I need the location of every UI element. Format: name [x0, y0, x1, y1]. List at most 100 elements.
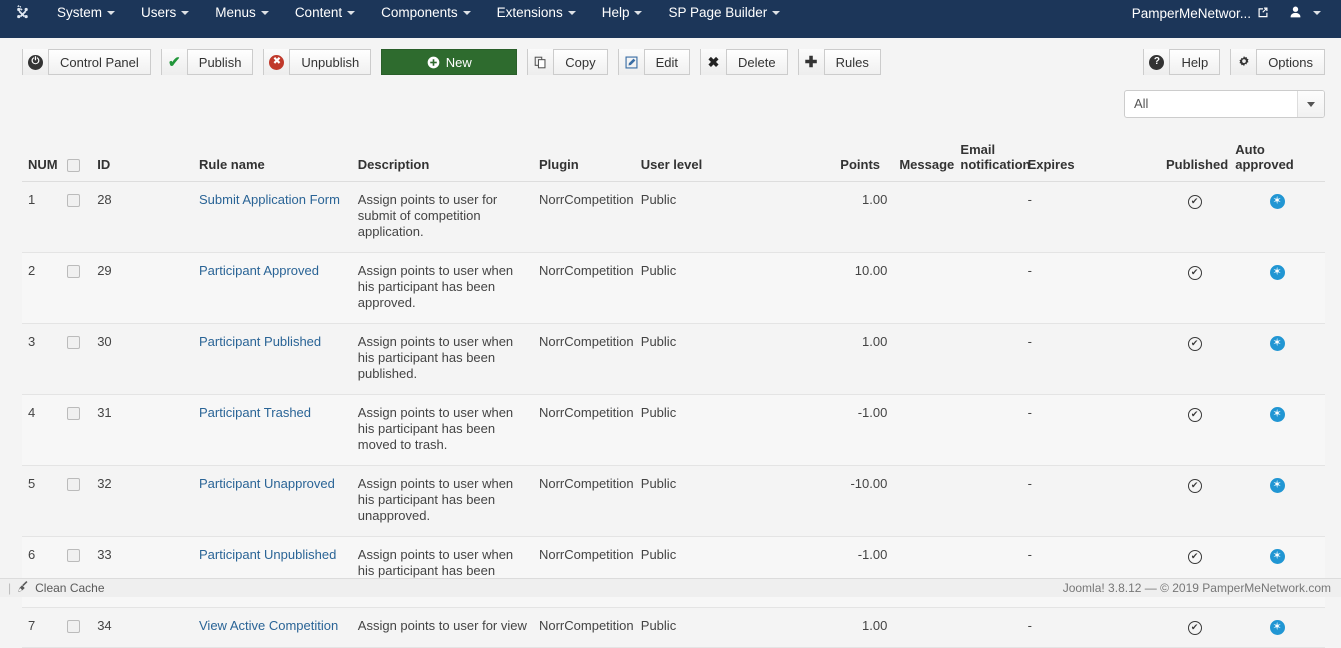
delete-group: ✖ Delete — [700, 49, 788, 75]
col-email-notification[interactable]: Email notification — [954, 136, 1021, 182]
site-name-link[interactable]: PamperMeNetwor... — [1122, 0, 1279, 26]
row-checkbox[interactable] — [67, 620, 80, 633]
control-panel-button[interactable]: ⏻ Control Panel — [22, 49, 151, 75]
row-checkbox[interactable] — [67, 549, 80, 562]
publish-button[interactable]: ✔ Publish — [161, 49, 254, 75]
col-num[interactable]: NUM — [22, 136, 61, 182]
status-filter-select[interactable]: All — [1124, 90, 1325, 118]
rule-name-link[interactable]: Participant Trashed — [199, 405, 311, 420]
published-check-icon[interactable]: ✔ — [1188, 195, 1202, 209]
col-rule-name[interactable]: Rule name — [193, 136, 352, 182]
menu-item-sp-page-builder[interactable]: SP Page Builder — [655, 0, 793, 26]
published-check-icon[interactable]: ✔ — [1188, 550, 1202, 564]
menu-item-help[interactable]: Help — [589, 0, 656, 26]
auto-approved-star-icon[interactable]: ✶ — [1270, 620, 1285, 635]
rules-group: ✚ Rules — [798, 49, 881, 75]
cell-description: Assign points to user when his participa… — [352, 395, 533, 466]
cell-num: 5 — [22, 466, 61, 537]
move-icon: ✚ — [799, 49, 825, 75]
cell-plugin: NorrCompetition — [533, 466, 635, 537]
rule-name-link[interactable]: Participant Published — [199, 334, 321, 349]
cell-auto-approved: ✶ — [1229, 324, 1325, 395]
rule-name-link[interactable]: Participant Unpublished — [199, 547, 336, 562]
cell-email-notification — [954, 182, 1021, 253]
select-all-checkbox[interactable] — [67, 159, 80, 172]
rule-name-link[interactable]: Participant Approved — [199, 263, 319, 278]
col-plugin[interactable]: Plugin — [533, 136, 635, 182]
help-button[interactable]: ? Help — [1143, 49, 1220, 75]
col-id[interactable]: ID — [91, 136, 193, 182]
published-check-icon[interactable]: ✔ — [1188, 621, 1202, 635]
cell-rule-name: Participant Published — [193, 324, 352, 395]
menu-item-menus[interactable]: Menus — [202, 0, 282, 26]
cell-expires: - — [1022, 324, 1160, 395]
cell-expires: - — [1022, 182, 1160, 253]
cell-auto-approved: ✶ — [1229, 608, 1325, 648]
cell-rule-name: Participant Trashed — [193, 395, 352, 466]
col-message[interactable]: Message — [893, 136, 954, 182]
col-description[interactable]: Description — [352, 136, 533, 182]
row-checkbox[interactable] — [67, 478, 80, 491]
status-filter-value[interactable]: All — [1125, 91, 1298, 117]
cell-id: 34 — [91, 608, 193, 648]
menu-item-users[interactable]: Users — [128, 0, 202, 26]
row-checkbox[interactable] — [67, 407, 80, 420]
external-link-icon — [1257, 6, 1269, 21]
unpublish-label: Unpublish — [290, 56, 370, 69]
edit-button[interactable]: Edit — [618, 49, 690, 75]
rules-table: NUM ID Rule name Description Plugin User… — [22, 136, 1325, 648]
chevron-down-icon[interactable] — [1298, 91, 1324, 117]
auto-approved-star-icon[interactable]: ✶ — [1270, 194, 1285, 209]
cell-description: Assign points to user for view — [352, 608, 533, 648]
cell-points: 10.00 — [834, 253, 893, 324]
cell-message — [893, 253, 954, 324]
menu-item-components[interactable]: Components — [368, 0, 484, 26]
rule-name-link[interactable]: View Active Competition — [199, 618, 338, 633]
cell-select — [61, 182, 92, 253]
cell-message — [893, 466, 954, 537]
cell-message — [893, 395, 954, 466]
delete-button[interactable]: ✖ Delete — [700, 49, 788, 75]
auto-approved-star-icon[interactable]: ✶ — [1270, 478, 1285, 493]
copy-button[interactable]: Copy — [527, 49, 607, 75]
unpublish-button[interactable]: ✖ Unpublish — [263, 49, 371, 75]
new-button[interactable]: New — [381, 49, 517, 75]
col-published[interactable]: Published — [1160, 136, 1229, 182]
auto-approved-star-icon[interactable]: ✶ — [1270, 407, 1285, 422]
clean-cache-button[interactable]: Clean Cache — [17, 580, 104, 596]
menu-item-content[interactable]: Content — [282, 0, 368, 26]
col-expires[interactable]: Expires — [1022, 136, 1160, 182]
rule-name-link[interactable]: Submit Application Form — [199, 192, 340, 207]
cell-num: 2 — [22, 253, 61, 324]
cell-user-level: Public — [635, 608, 835, 648]
auto-approved-star-icon[interactable]: ✶ — [1270, 265, 1285, 280]
col-points[interactable]: Points — [834, 136, 893, 182]
published-check-icon[interactable]: ✔ — [1188, 266, 1202, 280]
table-head: NUM ID Rule name Description Plugin User… — [22, 136, 1325, 182]
auto-approved-star-icon[interactable]: ✶ — [1270, 336, 1285, 351]
joomla-logo-icon[interactable] — [0, 0, 44, 26]
table-row: 2 29 Participant Approved Assign points … — [22, 253, 1325, 324]
chevron-down-icon — [181, 11, 189, 15]
published-check-icon[interactable]: ✔ — [1188, 408, 1202, 422]
cell-num: 1 — [22, 182, 61, 253]
question-circle-icon: ? — [1144, 49, 1170, 75]
row-checkbox[interactable] — [67, 265, 80, 278]
user-menu-button[interactable] — [1279, 0, 1333, 26]
delete-label: Delete — [727, 56, 787, 69]
options-button[interactable]: Options — [1230, 49, 1325, 75]
published-check-icon[interactable]: ✔ — [1188, 337, 1202, 351]
x-icon: ✖ — [701, 49, 727, 75]
menu-item-system[interactable]: System — [44, 0, 128, 26]
published-check-icon[interactable]: ✔ — [1188, 479, 1202, 493]
col-auto-approved[interactable]: Auto approved — [1229, 136, 1325, 182]
rule-name-link[interactable]: Participant Unapproved — [199, 476, 335, 491]
auto-approved-star-icon[interactable]: ✶ — [1270, 549, 1285, 564]
rules-button[interactable]: ✚ Rules — [798, 49, 881, 75]
chevron-down-icon — [568, 11, 576, 15]
menu-item-label: Content — [295, 5, 342, 20]
row-checkbox[interactable] — [67, 336, 80, 349]
menu-item-extensions[interactable]: Extensions — [484, 0, 589, 26]
col-user-level[interactable]: User level — [635, 136, 835, 182]
row-checkbox[interactable] — [67, 194, 80, 207]
